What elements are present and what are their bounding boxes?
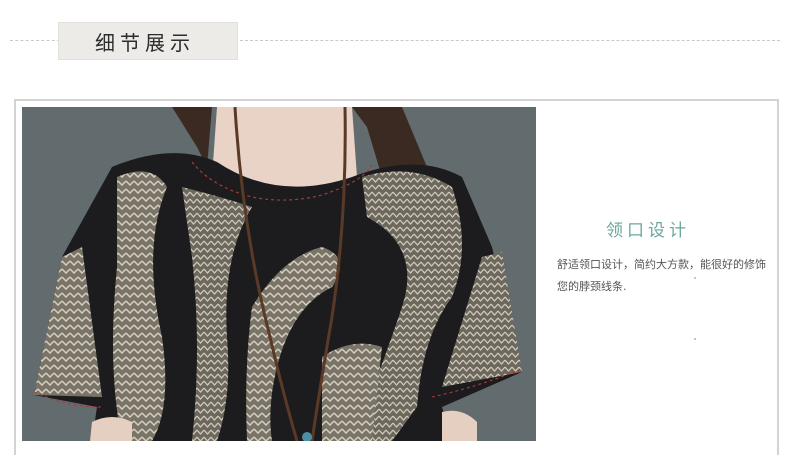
detail-title: 领口设计 xyxy=(606,221,690,241)
section-header-title: 细节展示 xyxy=(95,30,195,55)
product-photo xyxy=(22,107,536,441)
decorative-dot xyxy=(694,338,696,340)
detail-description: 舒适领口设计，简约大方款，能很好的修饰您的脖颈线条. xyxy=(557,258,766,293)
section-header: 细节展示 xyxy=(58,22,238,60)
header-divider-left xyxy=(10,40,60,41)
decorative-dot xyxy=(694,277,696,279)
header-divider-right xyxy=(240,40,780,41)
